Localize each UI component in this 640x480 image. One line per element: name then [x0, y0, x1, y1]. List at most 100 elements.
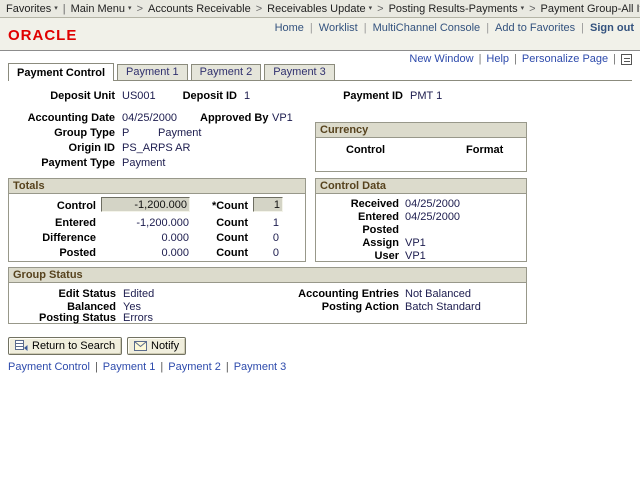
group-status-groupbox-title: Group Status: [9, 268, 526, 283]
breadcrumb-item-accounts-receivable[interactable]: Accounts Receivable: [148, 3, 251, 15]
breadcrumb-label: Favorites: [6, 3, 51, 15]
oracle-logo: ORACLE: [8, 27, 77, 44]
multichannel-console-link[interactable]: MultiChannel Console: [373, 22, 481, 34]
entered-label: Entered: [324, 211, 399, 223]
breadcrumb-label: Posting Results-Payments: [389, 3, 518, 15]
totals-count-input[interactable]: [253, 197, 283, 212]
chevron-down-icon: ▾: [54, 5, 58, 12]
breadcrumb-pipe-separator: |: [63, 3, 66, 15]
control-data-groupbox: Control Data Received 04/25/2000 Entered…: [315, 178, 527, 262]
totals-entered-value: -1,200.000: [101, 217, 189, 229]
totals-entered-label: Entered: [24, 217, 96, 229]
notify-button[interactable]: Notify: [127, 337, 186, 355]
entered-value: 04/25/2000: [405, 211, 460, 223]
totals-groupbox: Totals Control *Count Entered -1,200.000…: [8, 178, 306, 262]
group-type-description: Payment: [158, 127, 201, 139]
footer-link-payment-3[interactable]: Payment 3: [234, 361, 287, 373]
origin-id-description: PS AR: [158, 142, 190, 154]
edit-status-value: Edited: [123, 288, 154, 300]
add-to-favorites-link[interactable]: Add to Favorites: [495, 22, 575, 34]
tab-payment-1[interactable]: Payment 1: [117, 64, 188, 80]
breadcrumb-item-favorites[interactable]: Favorites ▾: [6, 3, 58, 15]
totals-count-label: *Count: [199, 200, 248, 212]
footer-link-payment-1[interactable]: Payment 1: [103, 361, 156, 373]
user-label: User: [324, 250, 399, 262]
breadcrumb-item-main-menu[interactable]: Main Menu ▾: [71, 3, 132, 15]
header-separator: |: [486, 22, 489, 34]
return-to-search-button[interactable]: Return to Search: [8, 337, 122, 355]
totals-difference-count-value: 0: [253, 232, 279, 244]
group-type-value: P: [122, 127, 129, 139]
totals-groupbox-title: Totals: [9, 179, 305, 194]
group-status-groupbox: Group Status Edit Status Edited Accounti…: [8, 267, 527, 324]
currency-control-column-header: Control: [346, 144, 385, 156]
posted-label: Posted: [324, 224, 399, 236]
received-label: Received: [324, 198, 399, 210]
breadcrumb-item-receivables-update[interactable]: Receivables Update ▾: [267, 3, 372, 15]
page-footer-links: Payment Control | Payment 1 | Payment 2 …: [8, 361, 286, 373]
breadcrumb-item-posting-results-payments[interactable]: Posting Results-Payments ▾: [389, 3, 525, 15]
origin-id-label: Origin ID: [15, 142, 115, 154]
posting-status-label: Posting Status: [24, 312, 116, 324]
header-separator: |: [310, 22, 313, 34]
group-type-label: Group Type: [15, 127, 115, 139]
notify-icon: [134, 341, 147, 351]
footer-separator: |: [226, 361, 229, 373]
posting-action-value: Batch Standard: [405, 301, 481, 313]
edit-status-label: Edit Status: [24, 288, 116, 300]
footer-link-payment-2[interactable]: Payment 2: [168, 361, 221, 373]
origin-id-value: PS_AR: [122, 142, 158, 154]
payment-type-value: Payment: [122, 157, 165, 169]
tab-payment-2[interactable]: Payment 2: [191, 64, 262, 80]
breadcrumb-separator: >: [137, 3, 143, 15]
tab-payment-3[interactable]: Payment 3: [264, 64, 335, 80]
header-separator: |: [581, 22, 584, 34]
control-data-groupbox-title: Control Data: [316, 179, 526, 194]
notify-label: Notify: [151, 340, 179, 352]
totals-difference-value: 0.000: [101, 232, 189, 244]
totals-entered-count-label: Count: [199, 217, 248, 229]
assign-label: Assign: [324, 237, 399, 249]
currency-groupbox-title: Currency: [316, 123, 526, 138]
user-value: VP1: [405, 250, 426, 262]
posting-action-label: Posting Action: [294, 301, 399, 313]
totals-entered-count-value: 1: [253, 217, 279, 229]
breadcrumb-item-current-page: Payment Group-All Items: [541, 3, 640, 15]
approved-by-value: VP1: [272, 112, 293, 124]
chevron-down-icon: ▾: [521, 5, 525, 12]
breadcrumb-label: Main Menu: [71, 3, 125, 15]
breadcrumb: Favorites ▾ | Main Menu ▾ > Accounts Rec…: [0, 0, 640, 18]
posting-status-value: Errors: [123, 312, 153, 324]
payment-type-label: Payment Type: [15, 157, 115, 169]
payment-id-label: Payment ID: [335, 90, 403, 102]
received-value: 04/25/2000: [405, 198, 460, 210]
breadcrumb-label: Accounts Receivable: [148, 3, 251, 15]
footer-separator: |: [160, 361, 163, 373]
deposit-unit-value: US001: [122, 90, 156, 102]
totals-posted-value: 0.000: [101, 247, 189, 259]
totals-difference-label: Difference: [24, 232, 96, 244]
assign-value: VP1: [405, 237, 426, 249]
header-separator: |: [364, 22, 367, 34]
footer-separator: |: [95, 361, 98, 373]
header-links: Home | Worklist | MultiChannel Console |…: [275, 22, 634, 34]
footer-link-payment-control[interactable]: Payment Control: [8, 361, 90, 373]
breadcrumb-separator: >: [529, 3, 535, 15]
breadcrumb-label: Receivables Update: [267, 3, 365, 15]
return-to-search-label: Return to Search: [32, 340, 115, 352]
return-to-search-icon: [15, 340, 28, 352]
currency-format-column-header: Format: [466, 144, 503, 156]
totals-posted-label: Posted: [24, 247, 96, 259]
home-link[interactable]: Home: [275, 22, 304, 34]
totals-control-input: [101, 197, 190, 212]
deposit-id-label: Deposit ID: [175, 90, 237, 102]
tab-payment-control[interactable]: Payment Control: [8, 63, 114, 81]
approved-by-label: Approved By: [200, 112, 265, 124]
chevron-down-icon: ▾: [369, 5, 373, 12]
sign-out-link[interactable]: Sign out: [590, 22, 634, 34]
breadcrumb-separator: >: [377, 3, 383, 15]
app-header: ORACLE Home | Worklist | MultiChannel Co…: [0, 18, 640, 51]
deposit-unit-label: Deposit Unit: [15, 90, 115, 102]
totals-posted-count-value: 0: [253, 247, 279, 259]
worklist-link[interactable]: Worklist: [319, 22, 358, 34]
